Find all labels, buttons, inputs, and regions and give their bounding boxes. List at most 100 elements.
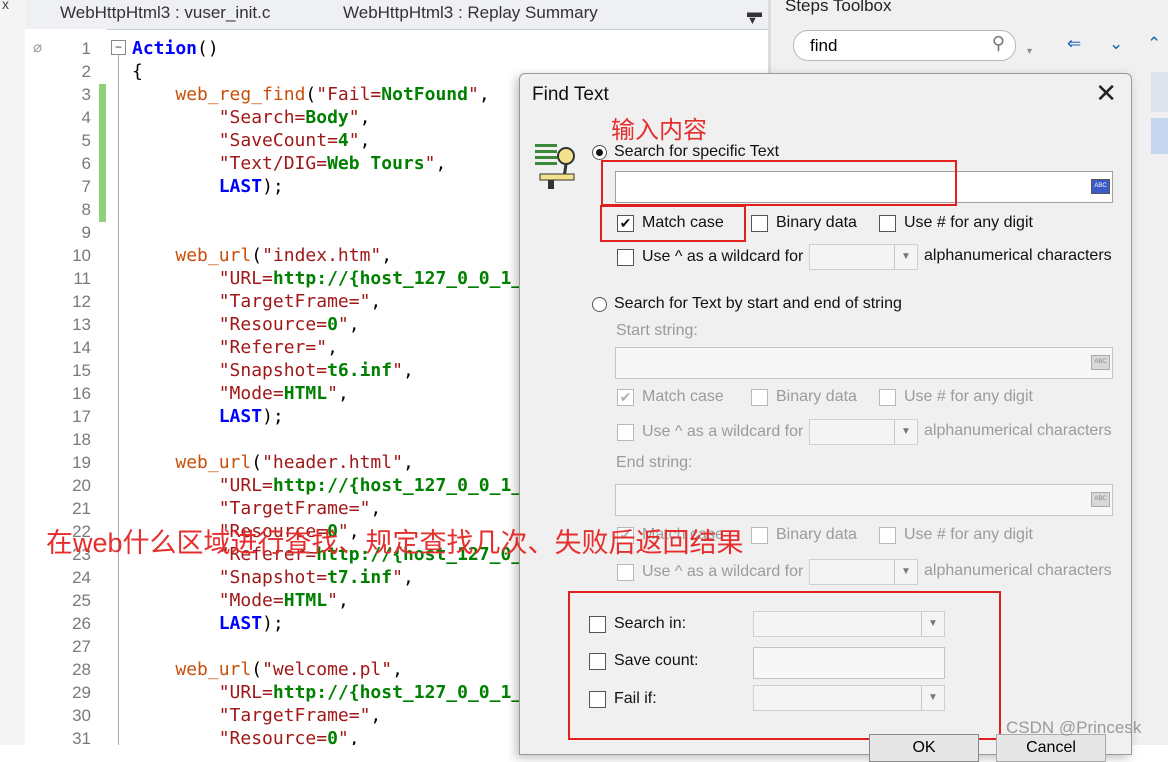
code-token: " [392,360,403,381]
line-number: 3 [81,85,91,104]
start-string-input[interactable]: ABC [615,347,1113,379]
toolbox-search-input[interactable] [808,35,982,57]
code-token: http://{host_127_0_0_1_ [272,475,523,496]
code-token: "index.htm" [262,245,382,266]
label-search-specific: Search for specific Text [614,143,780,160]
code-line: "URL=http://{host_127_0_0_1_ [132,267,522,290]
search-in-combo[interactable]: ▼ [753,611,945,637]
code-token: , [402,360,414,381]
code-line: web_url("welcome.pl", [132,658,403,681]
code-line: "TargetFrame=", [132,290,382,313]
line-number: 20 [72,476,91,495]
code-token: ( [251,245,263,266]
checkbox-fail-if[interactable] [589,691,606,708]
end-string-input[interactable]: ABC [615,484,1113,516]
code-token: " [327,383,338,404]
checkbox-start-match-case[interactable]: ✔ [617,389,634,406]
toolbox-search[interactable]: ⚲ [793,30,1016,61]
label-start-use-hash: Use # for any digit [904,388,1033,405]
tab-list-menu-icon[interactable]: ▬ ▼ [747,4,762,38]
cancel-button[interactable]: Cancel [996,734,1106,762]
code-token: LAST [218,406,263,427]
expand-down-icon[interactable]: ⌄ [1109,34,1123,54]
checkbox-end-binary-data[interactable] [751,527,768,544]
abc-icon[interactable]: ABC [1091,492,1110,507]
fail-if-combo[interactable]: ▼ [753,685,945,711]
magnifier-icon[interactable]: ⚲ [992,33,1005,54]
line-number: 10 [72,246,91,265]
code-token: ( [305,84,317,105]
checkbox-start-use-caret[interactable] [617,424,634,441]
label-alnum: alphanumerical characters [924,247,1112,264]
line-number: 14 [72,338,91,357]
line-number: 1 [81,39,91,58]
line-number: 6 [81,154,91,173]
tab-replay-summary[interactable]: WebHttpHtml3 : Replay Summary [343,3,598,23]
abc-icon[interactable]: ABC [1091,179,1110,194]
code-token: "Mode= [218,590,284,611]
line-number: 18 [72,430,91,449]
code-token: "Snapshot= [218,360,328,381]
radio-search-specific[interactable] [592,145,607,160]
toolbox-title: Steps Toolbox [785,0,892,15]
line-number: 17 [72,407,91,426]
checkbox-binary-data[interactable] [751,215,768,232]
abc-icon[interactable]: ABC [1091,355,1110,370]
close-icon[interactable]: ✕ [1095,78,1117,109]
checkbox-start-binary-data[interactable] [751,389,768,406]
label-end-alnum: alphanumerical characters [924,562,1112,579]
checkbox-end-use-hash[interactable] [879,527,896,544]
find-text-icon [535,144,575,189]
code-token: { [132,61,143,82]
line-number: 11 [73,269,91,288]
checkbox-start-use-hash[interactable] [879,389,896,406]
search-dropdown-icon[interactable]: ▾ [1027,46,1032,57]
code-token: " [348,130,360,151]
checkbox-search-in[interactable] [589,616,606,633]
checkbox-use-caret[interactable] [617,249,634,266]
code-token: 0 [327,314,338,335]
code-token: http://{host_127_0_0_1_ [272,682,523,703]
end-wildcard-combo[interactable]: ▼ [809,559,918,585]
code-token: 0 [327,728,338,745]
line-number: 2 [81,62,91,81]
line-number: 26 [72,614,91,633]
code-token: "Fail= [316,84,382,105]
fold-toggle-icon[interactable]: − [111,40,126,55]
tab-vuser-init[interactable]: WebHttpHtml3 : vuser_init.c [60,3,270,23]
wildcard-combo[interactable]: ▼ [809,244,918,270]
code-token: "TargetFrame=" [218,705,371,726]
close-icon[interactable]: x [2,0,9,12]
code-token: " [337,314,349,335]
code-token: " [348,107,360,128]
code-token: t7.inf [327,567,393,588]
ok-button[interactable]: OK [869,734,979,762]
line-number: 24 [72,568,91,587]
line-number: 30 [72,706,91,725]
collapse-up-icon[interactable]: ⌃ [1147,34,1161,54]
checkbox-save-count[interactable] [589,653,606,670]
code-line: "Search=Body", [132,106,371,129]
checkbox-end-use-caret[interactable] [617,564,634,581]
code-token: , [359,107,371,128]
radio-search-start-end[interactable] [592,297,607,312]
start-wildcard-combo[interactable]: ▼ [809,419,918,445]
code-token: NotFound [381,84,468,105]
code-line: web_url("index.htm", [132,244,392,267]
label-fail-if: Fail if: [614,690,657,707]
label-search-in: Search in: [614,615,687,632]
checkbox-use-hash[interactable] [879,215,896,232]
save-count-input[interactable] [753,647,945,679]
code-line: LAST); [132,405,284,428]
back-arrow-icon[interactable]: ⇐ [1067,34,1081,54]
